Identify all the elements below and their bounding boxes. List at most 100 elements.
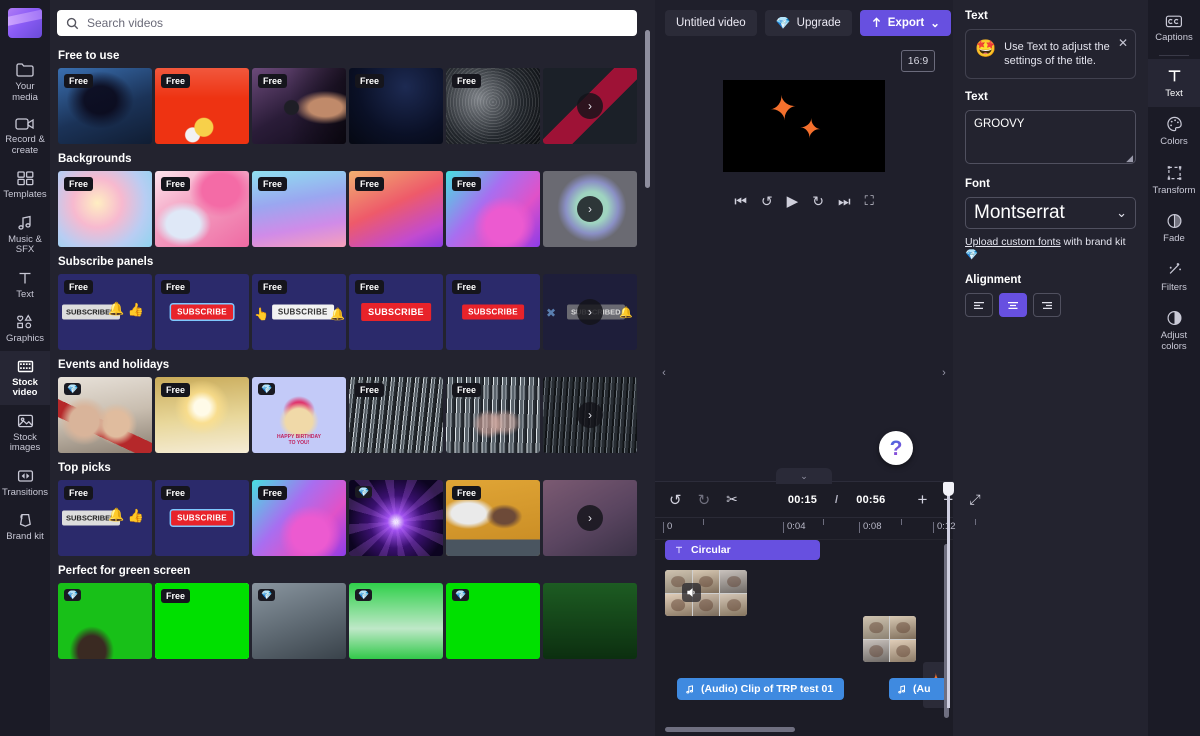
- timeline-clip-text[interactable]: Circular: [665, 540, 820, 560]
- sidebar-item-music-sfx[interactable]: Music & SFX: [0, 207, 50, 262]
- preview-area: ✦ ✦ ⏮ ↺ ▶ ↻ ⏭ ⛶: [655, 80, 953, 340]
- stock-tile-more[interactable]: ›: [543, 171, 637, 247]
- timeline-clip-audio[interactable]: (Audio) Clip of TRP test 01: [677, 678, 844, 700]
- export-button[interactable]: Export ⌄: [860, 10, 951, 36]
- stock-tile[interactable]: 💎: [58, 377, 152, 453]
- skip-to-start-icon[interactable]: ⏮: [734, 193, 747, 210]
- stock-tile[interactable]: Free: [252, 480, 346, 556]
- stock-tile[interactable]: HAPPY BIRTHDAYTO YOU!💎: [252, 377, 346, 453]
- sidebar-item-record-create[interactable]: Record & create: [0, 109, 50, 162]
- next-arrow-icon[interactable]: ›: [577, 402, 603, 428]
- redo-icon[interactable]: ↻: [698, 491, 711, 509]
- fit-to-timeline-icon[interactable]: ⤢: [969, 491, 980, 508]
- collapse-right-panel-icon[interactable]: ›: [937, 358, 951, 388]
- stock-tile[interactable]: Free: [446, 480, 540, 556]
- stock-tile[interactable]: Free: [349, 68, 443, 144]
- aspect-ratio-button[interactable]: 16:9: [901, 50, 935, 72]
- sidebar-item-templates[interactable]: Templates: [0, 162, 50, 207]
- rewind-5s-icon[interactable]: ↺: [761, 193, 773, 210]
- collapse-left-panel-icon[interactable]: ‹: [657, 358, 671, 388]
- sidebar-item-stock-images[interactable]: Stock images: [0, 405, 50, 460]
- timeline-clip-audio-2[interactable]: (Au: [889, 678, 947, 700]
- stock-tile[interactable]: Free: [446, 68, 540, 144]
- stock-tile[interactable]: Free: [446, 171, 540, 247]
- split-icon[interactable]: ✂: [726, 491, 738, 508]
- timeline-clip-video[interactable]: [665, 570, 747, 616]
- forward-5s-icon[interactable]: ↻: [812, 193, 824, 210]
- stock-tile[interactable]: Free: [349, 171, 443, 247]
- next-arrow-icon[interactable]: ›: [577, 196, 603, 222]
- next-arrow-icon[interactable]: ›: [577, 505, 603, 531]
- next-arrow-icon[interactable]: ›: [577, 299, 603, 325]
- stock-tile[interactable]: SUBSCRIBEFree: [155, 274, 249, 350]
- fullscreen-icon[interactable]: ⛶: [865, 193, 874, 209]
- stock-tile[interactable]: 💎: [349, 480, 443, 556]
- video-preview-canvas[interactable]: ✦ ✦: [723, 80, 885, 172]
- align-left-button[interactable]: [965, 293, 993, 317]
- timeline-horizontal-scrollbar[interactable]: [665, 727, 795, 732]
- stock-tile-more[interactable]: ›: [543, 377, 637, 453]
- tool-captions[interactable]: Captions: [1148, 6, 1200, 52]
- undo-icon[interactable]: ↺: [669, 491, 682, 509]
- stock-tile[interactable]: SUBSCRIBEFree: [349, 274, 443, 350]
- play-icon[interactable]: ▶: [787, 192, 799, 210]
- stock-tile[interactable]: 💎: [58, 583, 152, 659]
- stock-tile[interactable]: Free: [252, 171, 346, 247]
- stock-tile[interactable]: 👆SUBSCRIBE🔔Free: [252, 274, 346, 350]
- tool-colors[interactable]: Colors: [1148, 107, 1200, 156]
- zoom-in-icon[interactable]: +: [917, 490, 927, 510]
- stock-tile-more[interactable]: ✖SUBSCRIBED🔔›: [543, 274, 637, 350]
- tool-fade[interactable]: Fade: [1148, 204, 1200, 253]
- stock-tile[interactable]: Free: [58, 68, 152, 144]
- timeline-playhead[interactable]: [947, 482, 950, 708]
- next-arrow-icon[interactable]: ›: [577, 93, 603, 119]
- stock-tile[interactable]: Free: [155, 377, 249, 453]
- stock-tile[interactable]: 💎: [252, 583, 346, 659]
- stock-tile[interactable]: Free: [446, 377, 540, 453]
- upload-custom-fonts-link[interactable]: Upload custom fonts: [965, 236, 1061, 248]
- sidebar-item-stock-video[interactable]: Stock video: [0, 351, 50, 405]
- align-right-button[interactable]: [1033, 293, 1061, 317]
- playhead-handle[interactable]: [943, 482, 954, 496]
- mute-speaker-icon[interactable]: [682, 583, 701, 602]
- stock-tile[interactable]: SUBSCRIBED🔔👍Free: [58, 480, 152, 556]
- stock-tile[interactable]: SUBSCRIBEFree: [155, 480, 249, 556]
- stock-tile[interactable]: Free: [155, 68, 249, 144]
- stock-tile[interactable]: Free: [155, 583, 249, 659]
- timeline-ruler[interactable]: 0 0:04 0:08 0:12: [655, 518, 953, 540]
- free-badge: Free: [355, 177, 384, 191]
- font-select[interactable]: Montserrat ⌄: [965, 197, 1136, 229]
- stock-tile-more[interactable]: ›: [543, 68, 637, 144]
- tool-text[interactable]: Text: [1148, 59, 1200, 108]
- project-title-button[interactable]: Untitled video: [665, 10, 757, 36]
- align-center-button[interactable]: [999, 293, 1027, 317]
- stock-tile[interactable]: 💎: [446, 583, 540, 659]
- stock-tile[interactable]: SUBSCRIBEFree: [446, 274, 540, 350]
- sidebar-item-transitions[interactable]: Transitions: [0, 460, 50, 505]
- sidebar-item-brand-kit[interactable]: Brand kit: [0, 504, 50, 549]
- sidebar-item-your-media[interactable]: Your media: [0, 54, 50, 109]
- stock-tile-more[interactable]: [543, 583, 637, 659]
- stock-tile[interactable]: Free: [155, 171, 249, 247]
- stock-tile[interactable]: 💎: [349, 583, 443, 659]
- tool-label: Adjust colors: [1150, 331, 1198, 352]
- upgrade-button[interactable]: 💎 Upgrade: [765, 10, 852, 36]
- close-icon[interactable]: ✕: [1118, 36, 1128, 50]
- stock-tile[interactable]: SUBSCRIBED🔔👍Free: [58, 274, 152, 350]
- skip-to-end-icon[interactable]: ⏭: [838, 193, 851, 210]
- tool-filters[interactable]: Filters: [1148, 253, 1200, 302]
- stock-tile[interactable]: Free: [252, 68, 346, 144]
- tool-transform[interactable]: Transform: [1148, 156, 1200, 205]
- sidebar-item-text[interactable]: Text: [0, 262, 50, 307]
- stock-tile-more[interactable]: ›: [543, 480, 637, 556]
- tool-adjust-colors[interactable]: Adjust colors: [1148, 301, 1200, 360]
- help-button[interactable]: ?: [879, 431, 913, 465]
- text-input[interactable]: [965, 110, 1136, 164]
- stock-tile[interactable]: Free: [58, 171, 152, 247]
- sidebar-item-graphics[interactable]: Graphics: [0, 306, 50, 351]
- resize-grip-icon[interactable]: ◢: [1126, 153, 1133, 164]
- timeline-collapse-toggle[interactable]: ⌄: [776, 468, 832, 484]
- stock-tile[interactable]: Free: [349, 377, 443, 453]
- timeline-clip-video-2[interactable]: [863, 616, 916, 662]
- search-input[interactable]: Search videos: [57, 10, 637, 36]
